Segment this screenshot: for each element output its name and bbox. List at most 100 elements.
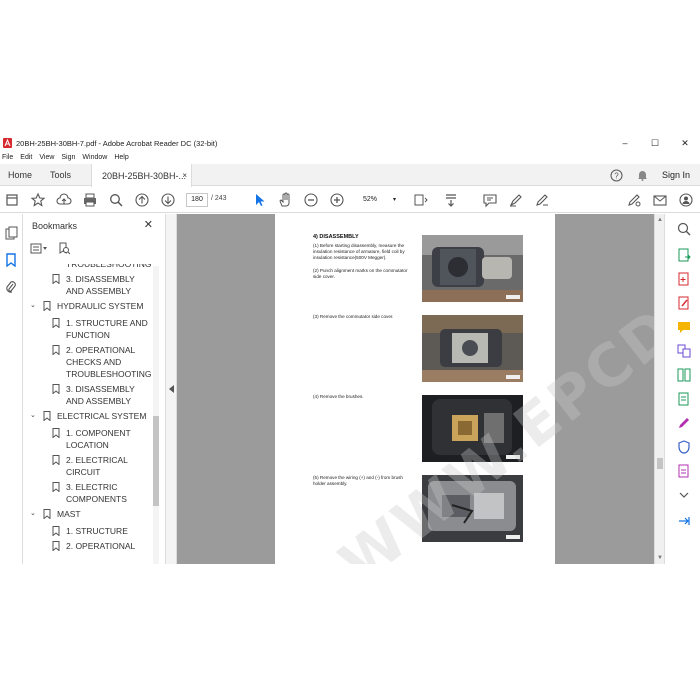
document-view[interactable]: 4) DISASSEMBLY (1) Before starting disas… [177,214,654,564]
page-fit-icon[interactable] [412,192,428,208]
expand-chevron-icon[interactable]: ⌄ [30,300,36,312]
edit-pdf-icon[interactable] [677,296,691,310]
bookmark-label: 1. STRUCTURE [66,526,128,536]
bookmark-section[interactable]: ⌄ MAST [30,508,155,520]
step-4-text: (4) Remove the brushes. [313,394,364,399]
bookmark-icon [52,384,60,394]
tab-document[interactable]: 20BH-25BH-30BH-... × [91,164,192,187]
select-cursor-icon[interactable] [252,192,268,208]
find-magnifier-icon[interactable] [108,192,124,208]
zoom-out-icon[interactable] [303,192,319,208]
bookmark-icon [43,301,51,311]
bookmark-icon [43,411,51,421]
tab-home[interactable]: Home [8,164,32,186]
print-icon[interactable] [82,192,98,208]
collapse-panel-icon[interactable] [169,385,174,393]
bookmark-icon [52,541,60,551]
comment-tool-icon[interactable] [677,320,691,334]
bookmark-item[interactable]: 3. DISASSEMBLY AND ASSEMBLY [52,383,152,407]
sign-pen-icon[interactable] [626,192,642,208]
bookmark-options-icon[interactable] [30,243,48,254]
bookmark-item[interactable]: 3. DISASSEMBLY AND ASSEMBLY [52,273,152,297]
more-tools-icon[interactable] [677,464,691,478]
bookmark-item[interactable]: 1. STRUCTURE [52,525,152,537]
bookmark-item[interactable]: 2. OPERATIONAL CHECKS AND TROUBLESHOOTIN… [52,344,152,380]
comment-icon[interactable] [482,192,498,208]
bookmark-item[interactable]: TROUBLESHOOTING [66,264,152,270]
bookmarks-panel-icon[interactable] [5,253,17,267]
page-thumbnails-icon[interactable] [5,226,18,240]
scroll-down-arrow[interactable]: ▼ [657,555,663,561]
bookmark-section[interactable]: ⌄ HYDRAULIC SYSTEM [30,300,155,312]
window-title: 20BH-25BH-30BH-7.pdf - Adobe Acrobat Rea… [16,138,218,148]
menu-file[interactable]: File [2,154,13,161]
combine-files-icon[interactable] [677,344,691,358]
bookmark-item[interactable]: 1. COMPONENT LOCATION [52,427,152,451]
menu-help[interactable]: Help [114,154,128,161]
bookmark-label: 3. DISASSEMBLY AND ASSEMBLY [66,274,135,296]
acrobat-window: 20BH-25BH-30BH-7.pdf - Adobe Acrobat Rea… [0,136,700,564]
bookmarks-scrollbar-thumb[interactable] [153,416,159,506]
bookmark-item[interactable]: 1. STRUCTURE AND FUNCTION [52,317,152,341]
home-view-icon[interactable] [4,192,20,208]
help-icon[interactable]: ? [610,169,623,182]
hand-tool-icon[interactable] [277,192,293,208]
page-total: / 243 [211,195,227,202]
fill-and-sign-icon[interactable] [677,416,691,430]
export-pdf-icon[interactable] [677,248,691,262]
organize-pages-icon[interactable] [677,368,691,382]
highlight-pen-icon[interactable] [508,192,524,208]
bookmark-icon [43,509,51,519]
collapse-tools-pane-icon[interactable] [677,514,691,528]
protect-shield-icon[interactable] [677,440,691,454]
scroll-mode-icon[interactable] [443,192,459,208]
previous-page-icon[interactable] [134,192,150,208]
page-number-input[interactable]: 180 [186,193,208,207]
tab-close-button[interactable]: × [182,171,187,180]
maximize-button[interactable]: ☐ [640,136,670,150]
bookmark-item[interactable]: 3. ELECTRIC COMPONENTS [52,481,152,505]
bookmarks-scrollbar[interactable] [153,266,159,564]
share-people-icon[interactable] [678,192,694,208]
tab-document-label: 20BH-25BH-30BH-... [102,170,187,181]
bookmark-star-icon[interactable] [30,192,46,208]
minimize-button[interactable]: – [610,136,640,150]
cloud-upload-icon[interactable] [56,192,72,208]
bookmark-item[interactable]: 2. ELECTRICAL CIRCUIT [52,454,152,478]
document-scrollbar-thumb[interactable] [657,458,663,469]
bookmark-icon [52,482,60,492]
scroll-up-arrow[interactable]: ▲ [657,217,663,223]
create-pdf-icon[interactable] [677,272,691,286]
find-bookmark-icon[interactable] [58,242,70,255]
svg-text:?: ? [614,171,619,180]
expand-chevron-icon[interactable]: ⌄ [30,508,36,520]
expand-tools-chevron-icon[interactable] [677,488,691,502]
fill-sign-icon[interactable] [534,192,550,208]
menu-window[interactable]: Window [82,154,107,161]
bookmark-item[interactable]: 2. OPERATIONAL [52,540,152,552]
email-icon[interactable] [652,192,668,208]
zoom-in-icon[interactable] [329,192,345,208]
menu-sign[interactable]: Sign [61,154,75,161]
sign-in-link[interactable]: Sign In [662,170,690,180]
document-scrollbar[interactable]: ▲ ▼ [654,214,664,564]
zoom-level-select[interactable]: 52% ▾ [357,193,399,207]
bookmark-label: 2. OPERATIONAL CHECKS AND TROUBLESHOOTIN… [66,345,152,379]
menu-view[interactable]: View [39,154,54,161]
panel-splitter[interactable] [166,214,177,564]
zoom-level-value: 52% [363,196,378,203]
bookmarks-close-button[interactable]: ✕ [144,218,153,231]
search-pdf-icon[interactable] [677,222,691,236]
scan-ocr-icon[interactable] [677,392,691,406]
motor-photo-3 [422,395,523,462]
section-heading: 4) DISASSEMBLY [313,234,359,240]
bookmark-section[interactable]: ⌄ ELECTRICAL SYSTEM [30,410,155,422]
notification-bell-icon[interactable] [637,169,648,181]
next-page-icon[interactable] [160,192,176,208]
bookmark-label: 1. COMPONENT LOCATION [66,428,131,450]
menu-edit[interactable]: Edit [20,154,32,161]
tab-tools[interactable]: Tools [50,164,71,186]
close-window-button[interactable]: ✕ [670,136,700,150]
attachments-paperclip-icon[interactable] [5,280,17,294]
expand-chevron-icon[interactable]: ⌄ [30,410,36,422]
